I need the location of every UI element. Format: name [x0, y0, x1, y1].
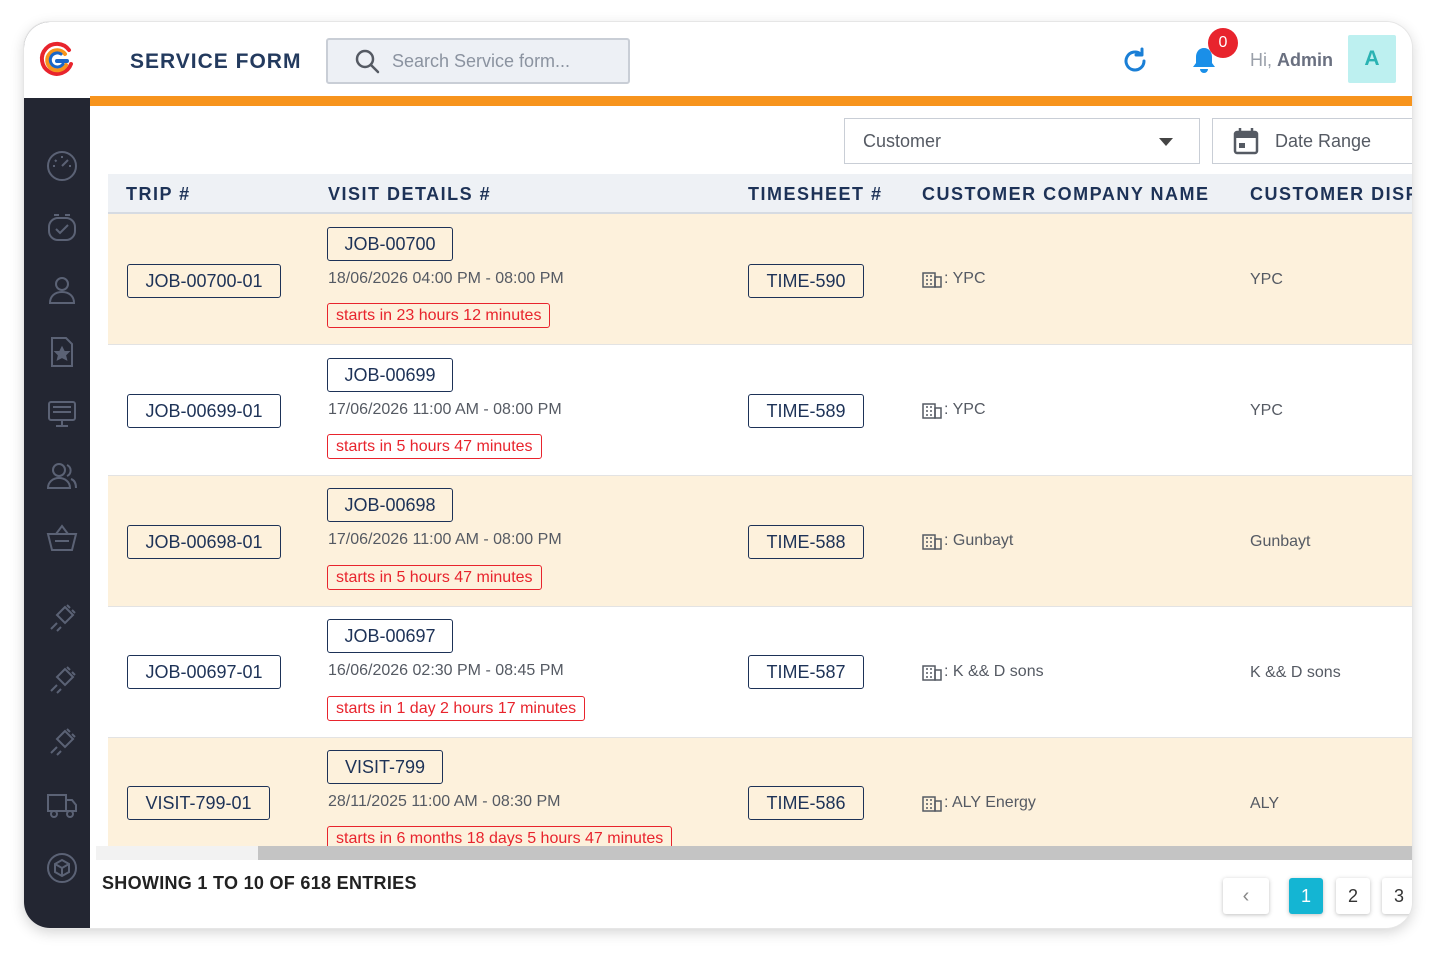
building-icon	[922, 796, 942, 812]
visit-link[interactable]: JOB-00698	[327, 488, 453, 522]
pagination-prev-button[interactable]: ‹	[1223, 878, 1269, 914]
starts-in-badge: starts in 5 hours 47 minutes	[327, 434, 542, 459]
customer-display-name: K && D sons	[1250, 664, 1341, 681]
users-icon[interactable]	[44, 458, 80, 494]
column-header-trip[interactable]: TRIP #	[126, 184, 191, 205]
plug-icon[interactable]	[44, 724, 80, 760]
box-icon[interactable]	[44, 850, 80, 886]
customer-display-name: Gunbayt	[1250, 533, 1311, 550]
top-header: SERVICE FORM 0 Hi, Admin A	[90, 22, 1412, 98]
user-icon[interactable]	[44, 272, 80, 308]
table-row[interactable]: JOB-00698-01 JOB-00698 17/06/2026 11:00 …	[108, 476, 1412, 607]
chevron-left-icon: ‹	[1242, 884, 1250, 907]
column-header-customer-display[interactable]: CUSTOMER DISP	[1250, 184, 1412, 205]
visit-schedule: 17/06/2026 11:00 AM - 08:00 PM	[328, 531, 562, 548]
timesheet-link[interactable]: TIME-589	[748, 394, 864, 428]
date-range-filter[interactable]: Date Range	[1212, 118, 1412, 164]
company-name: : Gunbayt	[944, 532, 1014, 549]
calendar-icon	[1233, 128, 1259, 155]
building-icon	[922, 403, 942, 419]
plug-icon[interactable]	[44, 662, 80, 698]
search-box[interactable]	[326, 38, 630, 84]
table-row[interactable]: JOB-00697-01 JOB-00697 16/06/2026 02:30 …	[108, 607, 1412, 738]
visit-schedule: 28/11/2025 11:00 AM - 08:30 PM	[328, 793, 561, 810]
company-name: : ALY Energy	[944, 794, 1036, 811]
column-header-customer-company[interactable]: CUSTOMER COMPANY NAME	[922, 184, 1210, 205]
building-icon	[922, 665, 942, 681]
trip-link[interactable]: JOB-00698-01	[127, 525, 281, 559]
company-cell: : ALY Energy	[922, 794, 1036, 812]
app-window: SERVICE FORM 0 Hi, Admin A Customer Date…	[24, 22, 1412, 928]
entries-summary: SHOWING 1 TO 10 OF 618 ENTRIES	[102, 873, 417, 893]
company-cell: : YPC	[922, 270, 986, 288]
greeting-text: Hi,	[1250, 50, 1272, 70]
date-range-label: Date Range	[1275, 130, 1372, 151]
table-row[interactable]: JOB-00700-01 JOB-00700 18/06/2026 04:00 …	[108, 214, 1412, 345]
search-input[interactable]	[392, 50, 612, 72]
chevron-down-icon	[1159, 138, 1173, 146]
trip-link[interactable]: JOB-00697-01	[127, 655, 281, 689]
monitor-icon[interactable]	[44, 396, 80, 432]
table-row[interactable]: VISIT-799-01 VISIT-799 28/11/2025 11:00 …	[108, 738, 1412, 856]
user-name: Admin	[1277, 50, 1334, 70]
plug-icon[interactable]	[44, 600, 80, 636]
company-name: : YPC	[944, 270, 986, 287]
truck-icon[interactable]	[44, 786, 80, 822]
building-icon	[922, 272, 942, 288]
visit-schedule: 18/06/2026 04:00 PM - 08:00 PM	[328, 270, 564, 287]
sidebar	[24, 22, 90, 928]
table-row[interactable]: JOB-00699-01 JOB-00699 17/06/2026 11:00 …	[108, 345, 1412, 476]
trip-link[interactable]: JOB-00700-01	[127, 264, 281, 298]
customer-display-name: ALY	[1250, 795, 1280, 812]
service-form-table: TRIP # VISIT DETAILS # TIMESHEET # CUSTO…	[108, 174, 1412, 856]
visit-schedule: 16/06/2026 02:30 PM - 08:45 PM	[328, 662, 564, 679]
company-name: : K && D sons	[944, 663, 1044, 680]
horizontal-scrollbar-thumb[interactable]	[258, 846, 1412, 860]
trip-link[interactable]: VISIT-799-01	[127, 786, 270, 820]
basket-icon[interactable]	[44, 520, 80, 556]
dashboard-gauge-icon[interactable]	[44, 148, 80, 184]
starts-in-badge: starts in 5 hours 47 minutes	[327, 565, 542, 590]
pagination-page-3[interactable]: 3	[1382, 878, 1412, 914]
customer-filter-dropdown[interactable]: Customer	[844, 118, 1200, 164]
page-title: SERVICE FORM	[130, 50, 302, 73]
visit-link[interactable]: JOB-00697	[327, 619, 453, 653]
pagination-page-1[interactable]: 1	[1289, 878, 1323, 914]
company-cell: : YPC	[922, 401, 986, 419]
trip-link[interactable]: JOB-00699-01	[127, 394, 281, 428]
accent-divider	[90, 96, 1412, 106]
visit-link[interactable]: JOB-00700	[327, 227, 453, 261]
building-icon	[922, 534, 942, 550]
starts-in-badge: starts in 23 hours 12 minutes	[327, 303, 551, 328]
timesheet-link[interactable]: TIME-590	[748, 264, 864, 298]
star-document-icon[interactable]	[44, 334, 80, 370]
column-header-visit-details[interactable]: VISIT DETAILS #	[328, 184, 491, 205]
app-logo[interactable]	[24, 22, 90, 98]
visit-schedule: 17/06/2026 11:00 AM - 08:00 PM	[328, 401, 562, 418]
company-name: : YPC	[944, 401, 986, 418]
customer-filter-label: Customer	[863, 130, 942, 151]
avatar[interactable]: A	[1348, 35, 1396, 83]
timesheet-link[interactable]: TIME-587	[748, 655, 864, 689]
visit-link[interactable]: JOB-00699	[327, 358, 453, 392]
visit-link[interactable]: VISIT-799	[327, 750, 443, 784]
customer-display-name: YPC	[1250, 402, 1283, 419]
search-icon	[355, 49, 380, 74]
pagination-page-2[interactable]: 2	[1336, 878, 1370, 914]
refresh-icon[interactable]	[1120, 46, 1150, 76]
notification-badge: 0	[1208, 28, 1238, 58]
company-cell: : K && D sons	[922, 663, 1044, 681]
timesheet-link[interactable]: TIME-586	[748, 786, 864, 820]
greeting: Hi, Admin	[1250, 50, 1333, 71]
timesheet-link[interactable]: TIME-588	[748, 525, 864, 559]
table-header: TRIP # VISIT DETAILS # TIMESHEET # CUSTO…	[108, 174, 1412, 214]
customer-display-name: YPC	[1250, 271, 1283, 288]
starts-in-badge: starts in 1 day 2 hours 17 minutes	[327, 696, 586, 721]
timer-check-icon[interactable]	[44, 210, 80, 246]
column-header-timesheet[interactable]: TIMESHEET #	[748, 184, 883, 205]
company-cell: : Gunbayt	[922, 532, 1013, 550]
